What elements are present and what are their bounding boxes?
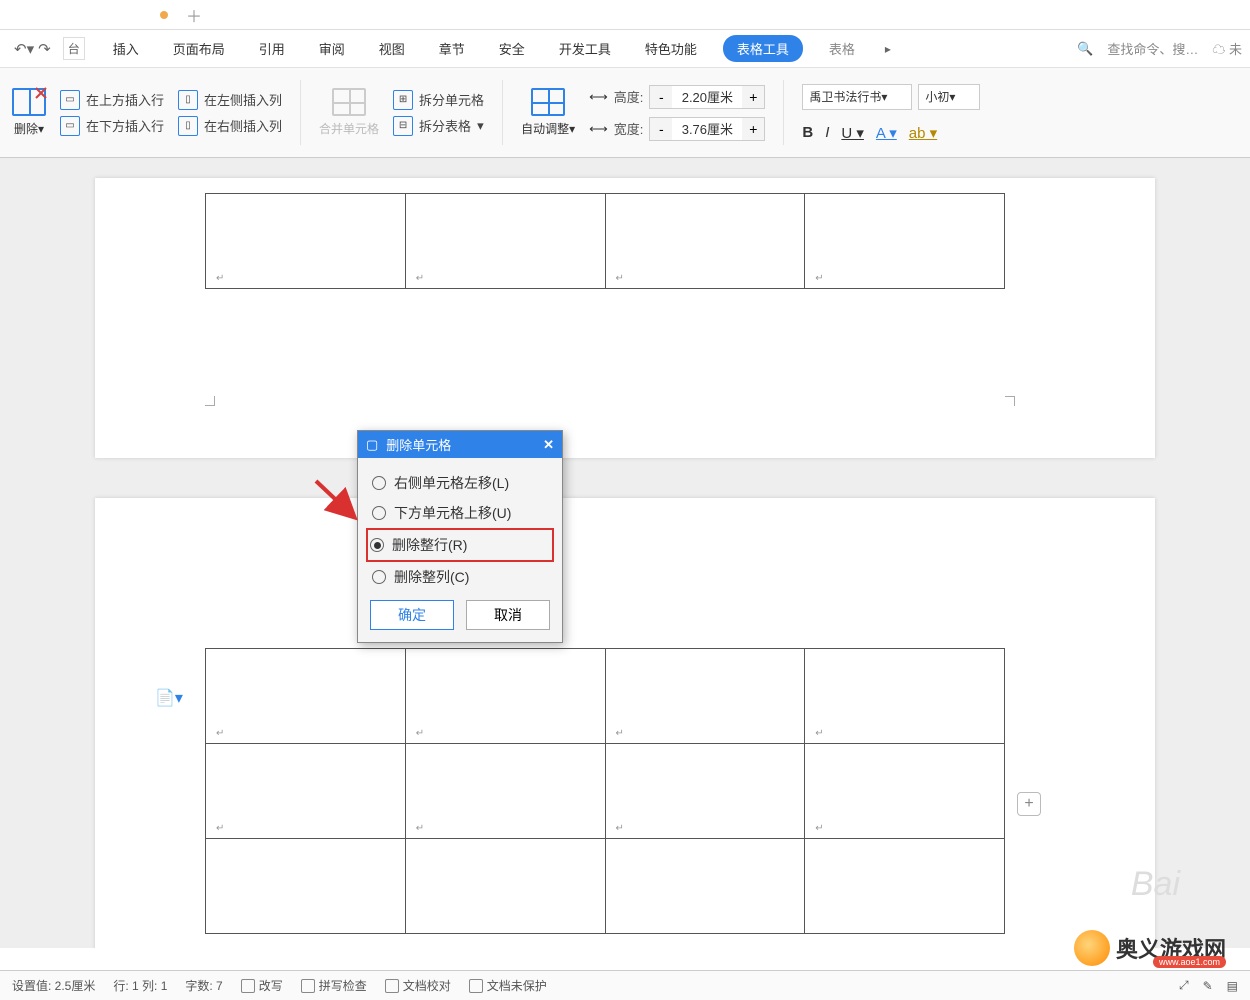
- width-spinner[interactable]: - 3.76厘米 +: [649, 117, 765, 141]
- status-doc-compare[interactable]: 文档校对: [385, 977, 451, 994]
- font-size-select[interactable]: 小初 ▾: [918, 84, 980, 110]
- dialog-close-button[interactable]: ✕: [543, 437, 554, 453]
- tab-truncated-right[interactable]: 表格: [821, 33, 863, 64]
- flame-icon: [1074, 930, 1110, 966]
- opt-delete-row[interactable]: 删除整行(R): [366, 528, 554, 562]
- split-cells[interactable]: ⊞拆分单元格: [393, 90, 484, 110]
- insert-row-below[interactable]: ▭在下方插入行: [60, 116, 164, 136]
- status-set-value: 设置值: 2.5厘米: [12, 977, 95, 994]
- dialog-app-icon: ▢: [366, 437, 378, 453]
- unsaved-dot: [160, 11, 168, 19]
- overflow-icon[interactable]: ▸: [881, 40, 895, 58]
- cancel-button[interactable]: 取消: [466, 600, 550, 630]
- tab-sections[interactable]: 章节: [431, 33, 473, 64]
- underline-button[interactable]: U ▾: [841, 124, 864, 142]
- font-name-select[interactable]: 禹卫书法行书▾: [802, 84, 912, 110]
- redo-button[interactable]: ↷: [38, 40, 51, 58]
- autofit-dropdown[interactable]: 自动调整▾: [521, 88, 575, 137]
- status-bar: 设置值: 2.5厘米 行: 1 列: 1 字数: 7 改写 拼写检查 文档校对 …: [0, 970, 1250, 1000]
- tab-view[interactable]: 视图: [371, 33, 413, 64]
- insert-col-left[interactable]: ▯在左侧插入列: [178, 90, 282, 110]
- search-icon: 🔍: [1077, 41, 1093, 57]
- delete-dropdown[interactable]: 删除▾: [12, 88, 46, 137]
- radio-icon: [370, 538, 384, 552]
- tab-references[interactable]: 引用: [251, 33, 293, 64]
- table-1[interactable]: ↵↵↵↵: [205, 193, 1005, 289]
- bold-button[interactable]: B: [802, 124, 813, 141]
- status-protection[interactable]: 文档未保护: [469, 977, 547, 994]
- site-watermark: 奥义游戏网 www.aoe1.com: [1074, 930, 1226, 966]
- insert-col-right[interactable]: ▯在右侧插入列: [178, 116, 282, 136]
- width-icon: ⟷: [589, 121, 608, 137]
- page-2: 📄▾ ↵↵↵↵ ↵↵↵↵ +: [95, 498, 1155, 948]
- merge-cells: 合并单元格: [319, 88, 379, 137]
- radio-icon: [372, 476, 386, 490]
- height-spinner[interactable]: - 2.20厘米 +: [649, 85, 765, 109]
- view-mode-icon[interactable]: ✎: [1203, 979, 1213, 993]
- opt-shift-left[interactable]: 右侧单元格左移(L): [370, 468, 550, 498]
- status-overwrite[interactable]: 改写: [241, 977, 283, 994]
- height-dec[interactable]: -: [650, 86, 672, 108]
- ok-button[interactable]: 确定: [370, 600, 454, 630]
- tab-special[interactable]: 特色功能: [637, 33, 705, 64]
- tab-truncated-left[interactable]: 台: [63, 37, 85, 60]
- width-inc[interactable]: +: [742, 118, 764, 140]
- radio-icon: [372, 506, 386, 520]
- status-word-count[interactable]: 字数: 7: [185, 977, 222, 994]
- delete-cells-dialog: ▢ 删除单元格 ✕ 右侧单元格左移(L) 下方单元格上移(U) 删除整行(R) …: [357, 430, 563, 643]
- width-dec[interactable]: -: [650, 118, 672, 140]
- undo-button[interactable]: ↶▾: [14, 40, 34, 58]
- view-fit-icon[interactable]: ⤢: [1179, 978, 1189, 993]
- ribbon-tabs: 插入 页面布局 引用 审阅 视图 章节 安全 开发工具 特色功能 表格工具 表格…: [105, 33, 895, 64]
- tab-security[interactable]: 安全: [491, 33, 533, 64]
- tab-page-layout[interactable]: 页面布局: [165, 33, 233, 64]
- tab-insert[interactable]: 插入: [105, 33, 147, 64]
- add-row-handle[interactable]: +: [1017, 792, 1041, 816]
- radio-icon: [372, 570, 386, 584]
- width-label: 宽度:: [614, 119, 644, 138]
- height-icon: ⟷: [589, 89, 608, 105]
- status-row-col: 行: 1 列: 1: [113, 977, 167, 994]
- cloud-icon[interactable]: ☁ 未: [1212, 39, 1242, 58]
- tab-review[interactable]: 审阅: [311, 33, 353, 64]
- opt-shift-up[interactable]: 下方单元格上移(U): [370, 498, 550, 528]
- italic-button[interactable]: I: [825, 124, 829, 141]
- annotation-arrow: [312, 475, 362, 525]
- tab-dev-tools[interactable]: 开发工具: [551, 33, 619, 64]
- watermark: Bai: [1131, 865, 1180, 904]
- width-value[interactable]: 3.76厘米: [672, 119, 742, 138]
- split-table[interactable]: ⊟拆分表格▾: [393, 116, 484, 136]
- page-1: ↵↵↵↵: [95, 178, 1155, 458]
- table-2[interactable]: ↵↵↵↵ ↵↵↵↵: [205, 648, 1005, 934]
- highlight-button[interactable]: ab ▾: [909, 124, 937, 142]
- view-read-icon[interactable]: ▤: [1227, 979, 1238, 993]
- height-inc[interactable]: +: [742, 86, 764, 108]
- new-tab-button[interactable]: ＋: [186, 3, 202, 27]
- command-search[interactable]: 查找命令、搜…: [1107, 39, 1198, 58]
- opt-delete-col[interactable]: 删除整列(C): [370, 562, 550, 592]
- insert-row-above[interactable]: ▭在上方插入行: [60, 90, 164, 110]
- status-spellcheck[interactable]: 拼写检查: [301, 977, 367, 994]
- height-value[interactable]: 2.20厘米: [672, 87, 742, 106]
- tab-table-tools[interactable]: 表格工具: [723, 35, 803, 62]
- height-label: 高度:: [614, 87, 644, 106]
- dialog-title: 删除单元格: [386, 435, 451, 454]
- side-panel-toggle[interactable]: 📄▾: [155, 688, 183, 708]
- font-color-button[interactable]: A ▾: [876, 124, 897, 142]
